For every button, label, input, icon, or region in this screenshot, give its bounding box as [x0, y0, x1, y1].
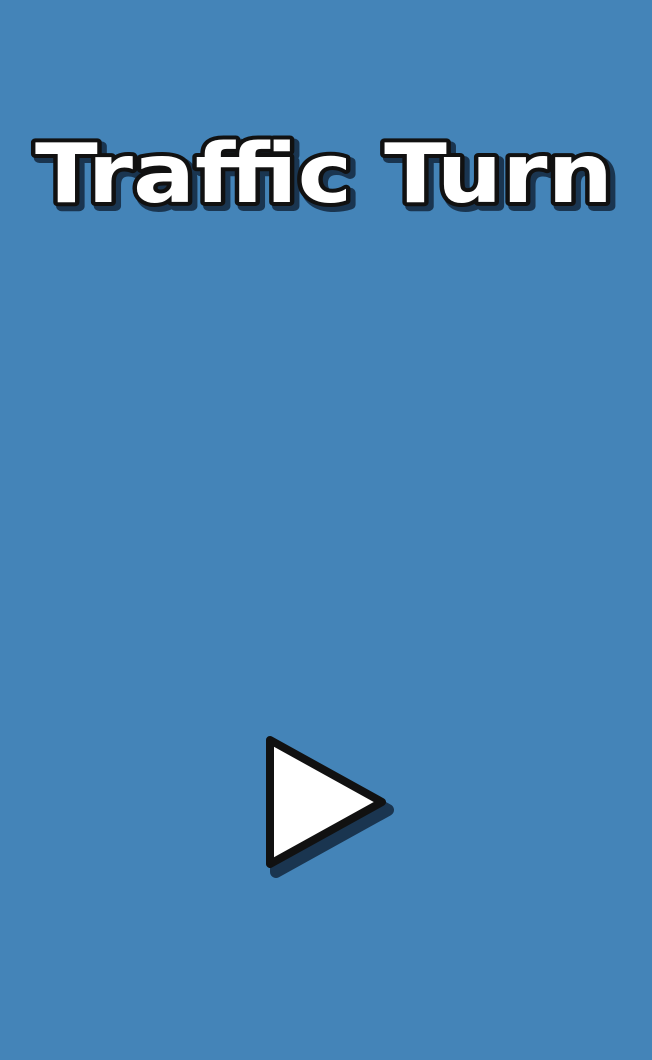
play-button[interactable] — [258, 730, 398, 878]
play-icon — [266, 736, 394, 878]
title-screen: Traffic Turn Traffic Turn — [0, 0, 652, 1060]
game-title-text: Traffic Turn — [35, 127, 613, 220]
game-title-logo: Traffic Turn Traffic Turn — [31, 123, 622, 220]
game-title: Traffic Turn Traffic Turn — [0, 120, 652, 220]
